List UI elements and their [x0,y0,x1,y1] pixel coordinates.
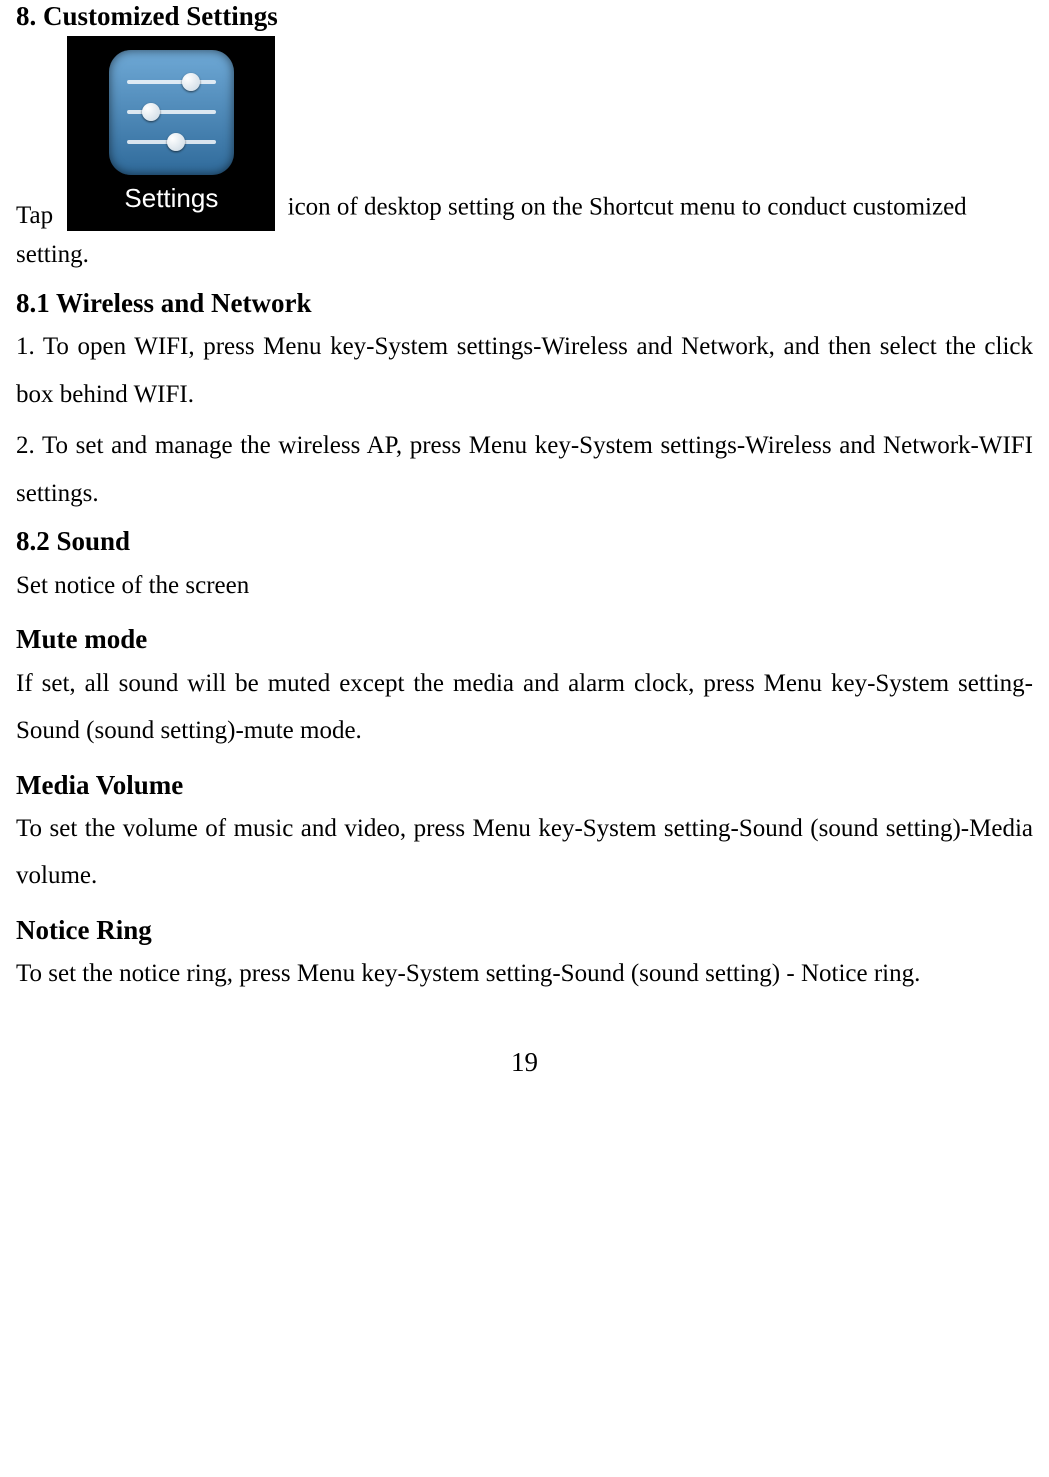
sound-intro-text: Set notice of the screen [16,562,1033,610]
heading-media-volume: Media Volume [16,769,1033,801]
page-number: 19 [16,1046,1033,1078]
heading-mute-mode: Mute mode [16,623,1033,655]
heading-sound: 8.2 Sound [16,525,1033,557]
tap-instruction-row: Tap Settings icon of desktop setting on … [16,36,1033,279]
settings-icon-caption: Settings [124,183,218,214]
wifi-step-1: 1. To open WIFI, press Menu key-System s… [16,323,1033,418]
settings-icon: Settings [67,36,275,231]
heading-notice-ring: Notice Ring [16,914,1033,946]
settings-icon-wrap: Settings [67,36,275,231]
mute-mode-body: If set, all sound will be muted except t… [16,660,1033,755]
notice-ring-body: To set the notice ring, press Menu key-S… [16,950,1033,998]
heading-customized-settings: 8. Customized Settings [16,0,1033,32]
tap-prefix-text: Tap [16,201,53,231]
settings-icon-tile [109,50,234,175]
wifi-step-2: 2. To set and manage the wireless AP, pr… [16,422,1033,517]
heading-wireless-network: 8.1 Wireless and Network [16,287,1033,319]
media-volume-body: To set the volume of music and video, pr… [16,805,1033,900]
